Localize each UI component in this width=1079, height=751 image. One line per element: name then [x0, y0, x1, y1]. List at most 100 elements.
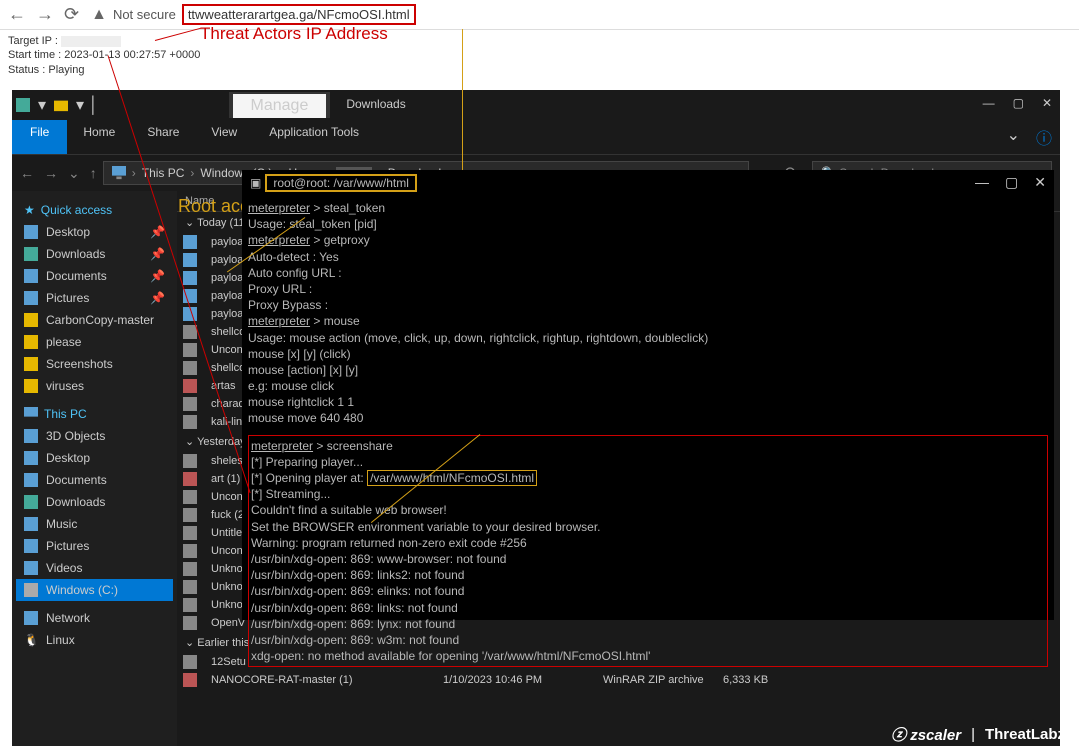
close-button[interactable]: ✕ — [1042, 96, 1052, 110]
term-line: Proxy URL : — [248, 281, 1048, 297]
sidebar-pictures2[interactable]: Pictures — [16, 535, 173, 557]
zip-icon — [183, 673, 197, 687]
url-text[interactable]: ttwweatterarartgea.ga/NFcmoOSI.html — [182, 4, 416, 25]
forward-button[interactable]: → — [36, 4, 54, 25]
tab-manage[interactable]: Manage — [229, 92, 331, 118]
start-time: Start time : 2023-01-13 00:27:57 +0000 — [8, 48, 1071, 62]
network-icon — [24, 611, 38, 625]
file-icon — [183, 544, 197, 558]
term-line: e.g: mouse click — [248, 378, 1048, 394]
ribbon-share[interactable]: Share — [131, 120, 195, 154]
not-secure-label: Not secure — [113, 7, 176, 22]
ribbon: File Home Share View Application Tools ⌄… — [12, 120, 1060, 155]
pictures-icon — [24, 539, 38, 553]
ribbon-home[interactable]: Home — [67, 120, 131, 154]
sidebar-carboncopy[interactable]: CarbonCopy-master — [16, 309, 173, 331]
bc-up[interactable]: ↑ — [90, 165, 97, 182]
sidebar-please[interactable]: please — [16, 331, 173, 353]
sidebar-3dobjects[interactable]: 3D Objects — [16, 425, 173, 447]
sidebar-linux[interactable]: 🐧Linux — [16, 629, 173, 651]
sidebar-downloads2[interactable]: Downloads — [16, 491, 173, 513]
file-icon — [183, 655, 197, 669]
sidebar-pictures[interactable]: Pictures📌 — [16, 287, 173, 309]
file-icon — [183, 361, 197, 375]
terminal-window: ▣ root@root: /var/www/html — ▢ ✕ meterpr… — [242, 170, 1054, 620]
ribbon-chevron-icon[interactable]: ⌄ — [999, 120, 1028, 154]
term-line: Warning: program returned non-zero exit … — [251, 535, 1045, 551]
cube-icon — [24, 429, 38, 443]
term-line: Set the BROWSER environment variable to … — [251, 519, 1045, 535]
file-icon — [183, 454, 197, 468]
folder-icon — [24, 379, 38, 393]
download-icon — [24, 495, 38, 509]
term-line: /usr/bin/xdg-open: 869: www-browser: not… — [251, 551, 1045, 567]
file-row[interactable]: NANOCORE-RAT-master (1)1/10/2023 10:46 P… — [177, 671, 1060, 689]
zscaler-logo: ⓩ zscaler — [891, 724, 961, 745]
sidebar-screenshots[interactable]: Screenshots — [16, 353, 173, 375]
term-line: /usr/bin/xdg-open: 869: links: not found — [251, 600, 1045, 616]
sidebar-desktop2[interactable]: Desktop — [16, 447, 173, 469]
file-icon — [183, 343, 197, 357]
back-button[interactable]: ← — [8, 4, 26, 25]
file-icon — [183, 415, 197, 429]
pin-icon: 📌 — [150, 291, 165, 305]
reload-button[interactable]: ⟳ — [64, 4, 79, 25]
explorer-titlebar: ▾ ▾ │ Manage Downloads — ▢ ✕ — [12, 90, 1060, 120]
minimize-button[interactable]: — — [983, 96, 995, 110]
star-icon: ★ — [24, 203, 35, 217]
linux-icon: 🐧 — [24, 633, 38, 647]
ribbon-apptools[interactable]: Application Tools — [253, 120, 375, 154]
music-icon — [24, 517, 38, 531]
sidebar-quick-access[interactable]: ★Quick access — [16, 199, 173, 221]
sidebar-viruses[interactable]: viruses — [16, 375, 173, 397]
file-icon — [183, 598, 197, 612]
down-icon[interactable]: ▾ — [38, 95, 46, 115]
term-maximize[interactable]: ▢ — [1005, 174, 1018, 191]
term-line: [*] Opening player at: — [251, 471, 367, 485]
term-line: /usr/bin/xdg-open: 869: lynx: not found — [251, 616, 1045, 632]
sidebar-desktop[interactable]: Desktop📌 — [16, 221, 173, 243]
sidebar-thispc[interactable]: This PC — [16, 403, 173, 425]
term-line: xdg-open: no method available for openin… — [251, 648, 1045, 664]
term-line: mouse [x] [y] (click) — [248, 346, 1048, 362]
sidebar-videos[interactable]: Videos — [16, 557, 173, 579]
branding: ⓩ zscaler | ThreatLabz — [891, 724, 1065, 745]
sidebar-documents[interactable]: Documents📌 — [16, 265, 173, 287]
terminal-titlebar: ▣ root@root: /var/www/html — ▢ ✕ — [242, 170, 1054, 196]
term-line: /usr/bin/xdg-open: 869: w3m: not found — [251, 632, 1045, 648]
ribbon-file[interactable]: File — [12, 120, 67, 154]
exe-icon — [183, 271, 197, 285]
sidebar-windowsc[interactable]: Windows (C:) — [16, 579, 173, 601]
folder-icon — [54, 98, 68, 112]
file-icon — [183, 472, 197, 486]
bc-back[interactable]: ← — [20, 165, 34, 182]
term-minimize[interactable]: — — [975, 174, 989, 191]
term-line: /usr/bin/xdg-open: 869: links2: not foun… — [251, 567, 1045, 583]
pc-icon — [112, 166, 126, 180]
sidebar-documents2[interactable]: Documents — [16, 469, 173, 491]
terminal-title: root@root: /var/www/html — [265, 174, 417, 192]
desktop-icon — [24, 225, 38, 239]
bc-dropdown[interactable]: ⌄ — [68, 165, 80, 182]
maximize-button[interactable]: ▢ — [1013, 96, 1024, 110]
explorer-icon — [16, 98, 30, 112]
ribbon-view[interactable]: View — [195, 120, 253, 154]
drive-icon — [24, 583, 38, 597]
download-icon — [24, 247, 38, 261]
help-icon[interactable]: ⓘ — [1028, 120, 1060, 154]
sidebar-music[interactable]: Music — [16, 513, 173, 535]
term-line: meterpreter — [251, 439, 313, 453]
sidebar-network[interactable]: Network — [16, 607, 173, 629]
term-close[interactable]: ✕ — [1034, 174, 1046, 191]
file-icon — [183, 580, 197, 594]
sidebar-downloads[interactable]: Downloads📌 — [16, 243, 173, 265]
term-line: mouse move 640 480 — [248, 410, 1048, 426]
tab-downloads[interactable]: Downloads — [330, 92, 421, 118]
terminal-body[interactable]: meterpreter > steal_token Usage: steal_t… — [242, 196, 1054, 671]
term-line: /usr/bin/xdg-open: 869: elinks: not foun… — [251, 583, 1045, 599]
bc-forward[interactable]: → — [44, 165, 58, 182]
documents-icon — [24, 473, 38, 487]
pictures-icon — [24, 291, 38, 305]
term-line: mouse rightclick 1 1 — [248, 394, 1048, 410]
term-line: Auto-detect : Yes — [248, 249, 1048, 265]
